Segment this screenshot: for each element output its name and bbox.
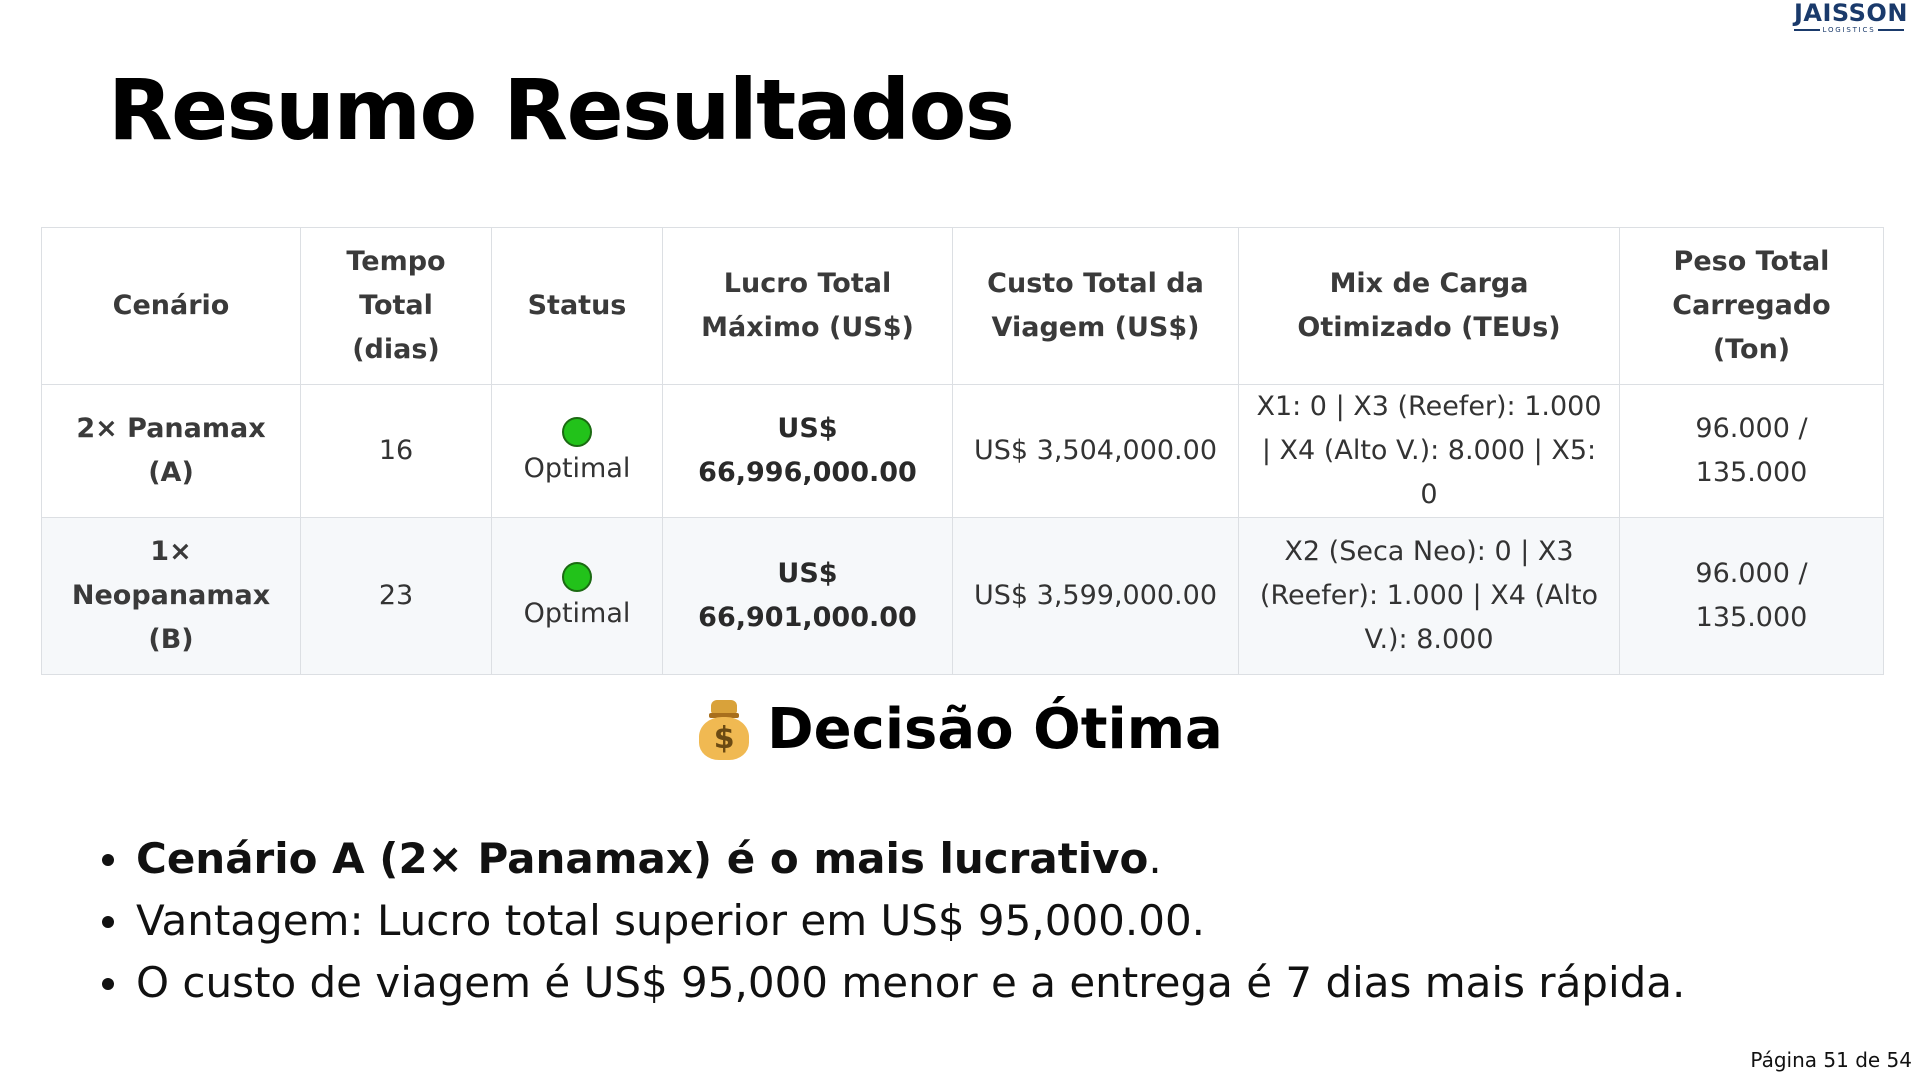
cell-days: 23 [300, 517, 492, 675]
cell-scenario: 2× Panamax (A) [41, 384, 301, 518]
results-table: Cenário Tempo Total (dias) Status Lucro … [41, 227, 1884, 675]
table-row: 1× Neopanamax (B) 23 Optimal US$ 66,901,… [41, 517, 1884, 675]
table-row: 2× Panamax (A) 16 Optimal US$ 66,996,000… [41, 384, 1884, 518]
cell-profit: US$ 66,901,000.00 [662, 517, 953, 675]
header-cargo-mix: Mix de Carga Otimizado (TEUs) [1238, 227, 1620, 385]
status-label: Optimal [523, 453, 631, 484]
cell-weight: 96.000 / 135.000 [1619, 517, 1884, 675]
logo-tagline-row: LOGISTICS [1794, 26, 1904, 34]
cell-cargo-mix: X1: 0 | X3 (Reefer): 1.000 | X4 (Alto V.… [1238, 384, 1620, 518]
list-item: Cenário A (2× Panamax) é o mais lucrativ… [96, 828, 1685, 890]
status-label: Optimal [523, 598, 631, 629]
header-profit: Lucro Total Máximo (US$) [662, 227, 953, 385]
logo-brand: JAISSON [1794, 0, 1908, 27]
list-item: Vantagem: Lucro total superior em US$ 95… [96, 890, 1685, 952]
header-weight: Peso Total Carregado (Ton) [1619, 227, 1884, 385]
status-wrapper: Optimal [508, 413, 646, 489]
status-ok-icon [562, 562, 592, 592]
status-ok-icon [562, 417, 592, 447]
list-item: O custo de viagem é US$ 95,000 menor e a… [96, 952, 1685, 1014]
cell-profit: US$ 66,996,000.00 [662, 384, 953, 518]
cell-scenario: 1× Neopanamax (B) [41, 517, 301, 675]
table-header-row: Cenário Tempo Total (dias) Status Lucro … [41, 227, 1884, 385]
header-days: Tempo Total (dias) [300, 227, 492, 385]
company-logo: JAISSON LOGISTICS [1794, 0, 1908, 34]
cell-cargo-mix: X2 (Seca Neo): 0 | X3 (Reefer): 1.000 | … [1238, 517, 1620, 675]
logo-rule-right [1878, 29, 1904, 31]
bullet-tail-text: . [1148, 834, 1162, 883]
page-number: Página 51 de 54 [1750, 1048, 1912, 1072]
cell-days: 16 [300, 384, 492, 518]
money-bag-icon: $ [697, 700, 751, 760]
logo-tagline: LOGISTICS [1822, 26, 1876, 34]
decision-heading-text: Decisão Ótima [767, 697, 1223, 762]
header-status: Status [491, 227, 663, 385]
cell-weight: 96.000 / 135.000 [1619, 384, 1884, 518]
summary-list: Cenário A (2× Panamax) é o mais lucrativ… [96, 828, 1685, 1014]
decision-heading: $ Decisão Ótima [0, 690, 1920, 770]
cell-status: Optimal [491, 384, 663, 518]
status-wrapper: Optimal [508, 558, 646, 634]
page-title: Resumo Resultados [108, 61, 1015, 159]
logo-rule-left [1794, 29, 1820, 31]
cell-cost: US$ 3,599,000.00 [952, 517, 1239, 675]
header-cost: Custo Total da Viagem (US$) [952, 227, 1239, 385]
bullet-bold-text: Cenário A (2× Panamax) é o mais lucrativ… [136, 834, 1149, 883]
header-scenario: Cenário [41, 227, 301, 385]
cell-cost: US$ 3,504,000.00 [952, 384, 1239, 518]
cell-status: Optimal [491, 517, 663, 675]
